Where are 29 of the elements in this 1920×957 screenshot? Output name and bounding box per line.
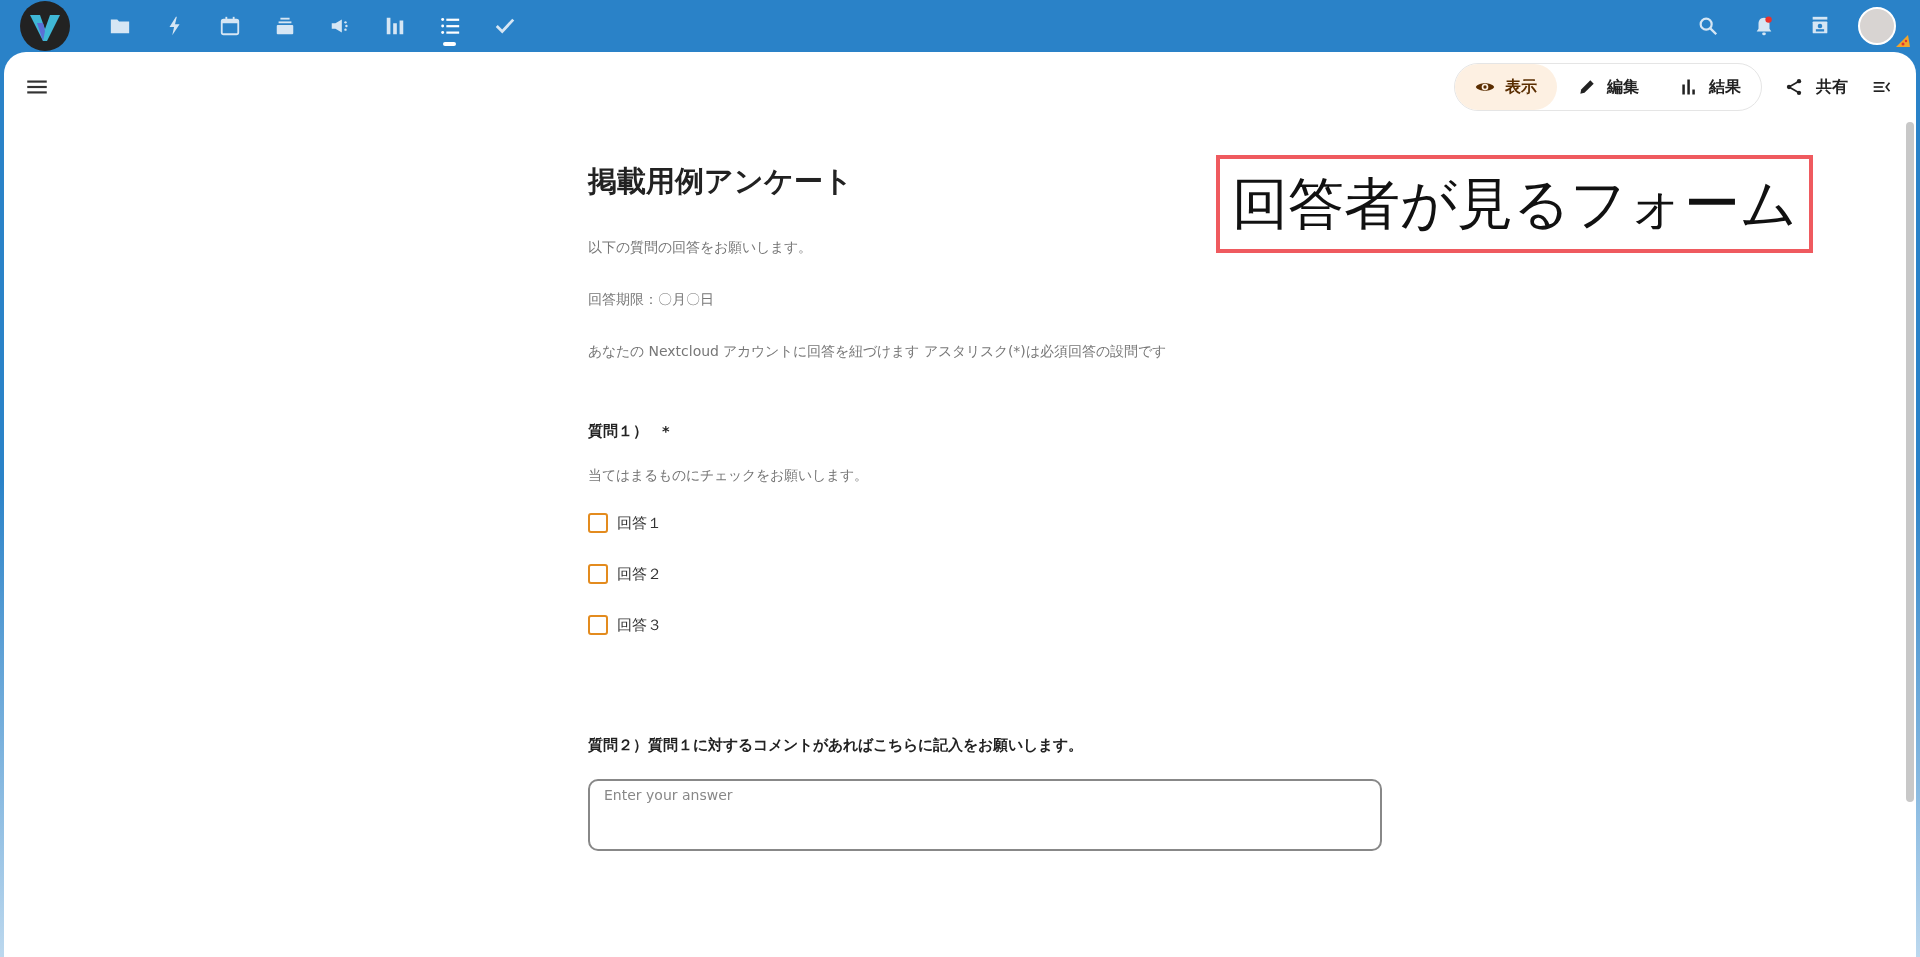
form-description: 以下の質問の回答をお願いします。 (588, 238, 813, 257)
form-title: 掲載用例アンケート (588, 163, 854, 200)
scrollbar[interactable] (1906, 122, 1914, 802)
pencil-icon (1577, 77, 1597, 97)
view-tab[interactable]: 結果 (1659, 64, 1761, 110)
view-tab[interactable]: 編集 (1557, 64, 1659, 110)
question-title: 質問２）質問１に対するコメントがあればこちらに記入をお願いします。 (588, 736, 1083, 755)
option-label[interactable]: 回答３ (617, 615, 662, 635)
avatar[interactable] (1858, 7, 1896, 45)
option-label[interactable]: 回答１ (617, 513, 662, 533)
form-description: 回答期限：〇月〇日 (588, 290, 715, 309)
list-icon (438, 15, 461, 37)
checkbox[interactable] (588, 615, 608, 635)
checkbox[interactable] (588, 564, 608, 584)
calendar-icon (218, 15, 241, 37)
question-hint: 当てはまるものにチェックをお願いします。 (588, 467, 869, 485)
view-tab[interactable]: 表示 (1455, 64, 1557, 110)
answer-field[interactable]: Enter your answer (588, 779, 1382, 851)
search-icon (1697, 15, 1719, 37)
question-title: 質問１） (588, 422, 648, 441)
required-mark: * (662, 422, 670, 441)
checkbox[interactable] (588, 513, 608, 533)
slice-icon (1894, 33, 1910, 49)
form-description: あなたの Nextcloud アカウントに回答を紐づけます アスタリスク(*)は必須回答の設問です (588, 342, 1167, 361)
option-label[interactable]: 回答２ (617, 564, 662, 584)
share-icon (1784, 77, 1804, 97)
logo (20, 1, 70, 51)
share-button[interactable]: 共有 (1770, 64, 1862, 110)
annotation-label: 回答者が見るフォーム (1216, 155, 1813, 253)
